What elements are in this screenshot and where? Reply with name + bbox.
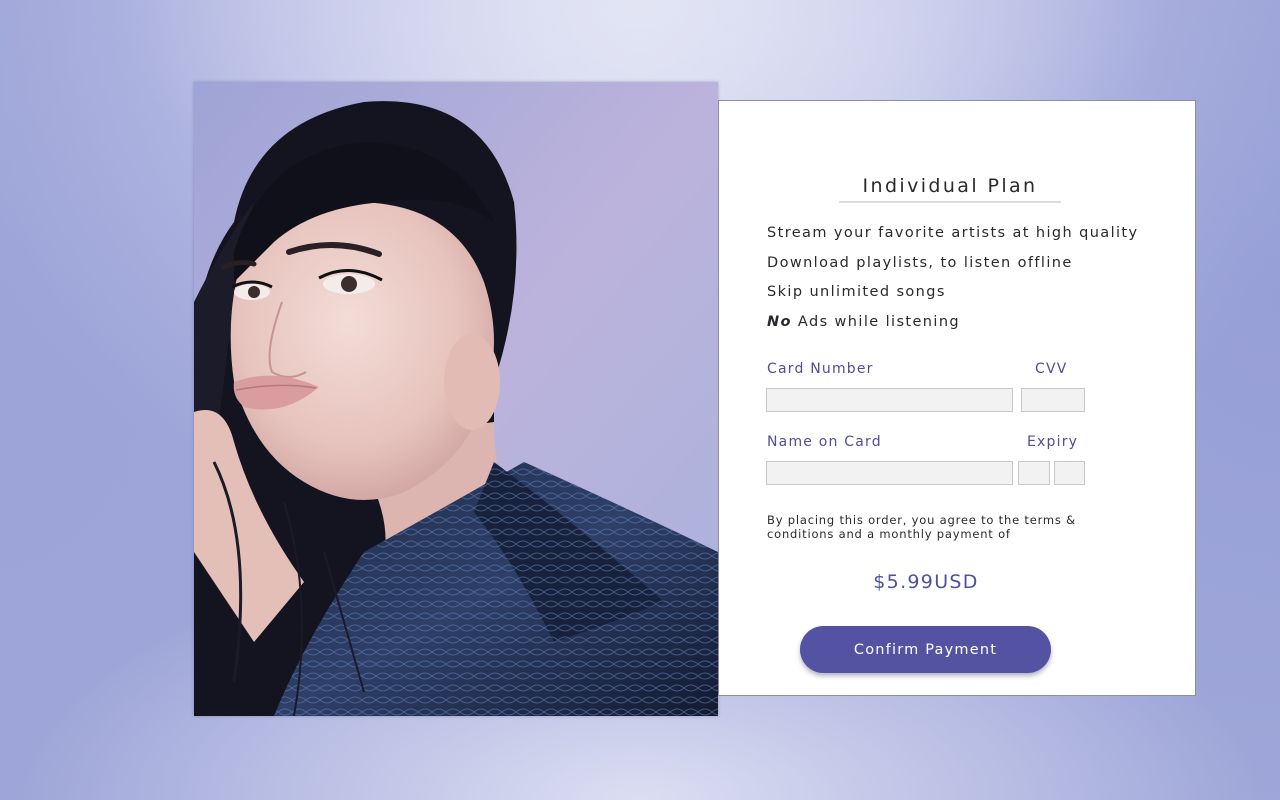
feature-skip-songs: Skip unlimited songs <box>767 284 946 300</box>
expiry-label: Expiry <box>1027 434 1079 450</box>
name-on-card-label: Name on Card <box>767 434 882 450</box>
artist-portrait-illustration <box>194 82 718 716</box>
plan-features-list: Stream your favorite artists at high qua… <box>767 223 1167 341</box>
feature-download-playlists: Download playlists, to listen offline <box>767 254 1073 271</box>
name-on-card-input[interactable] <box>766 461 1013 485</box>
price-amount: $5.99USD <box>873 571 979 593</box>
no-ads-emphasis: No <box>767 313 792 330</box>
plan-title: Individual Plan <box>839 175 1061 203</box>
no-ads-text: Ads while listening <box>791 313 961 330</box>
artist-photo <box>194 82 718 716</box>
expiry-month-input[interactable] <box>1018 461 1050 485</box>
feature-no-ads: No Ads while listening <box>767 312 1167 342</box>
checkout-card: Individual Plan Stream your favorite art… <box>718 100 1196 696</box>
cvv-label: CVV <box>1035 361 1068 377</box>
cvv-input[interactable] <box>1021 388 1085 412</box>
expiry-year-input[interactable] <box>1054 461 1085 485</box>
feature-stream-quality: Stream your favorite artists at high qua… <box>767 225 1139 241</box>
card-number-input[interactable] <box>766 388 1013 412</box>
confirm-payment-button[interactable]: Confirm Payment <box>800 626 1051 673</box>
terms-text: By placing this order, you agree to the … <box>767 513 1076 541</box>
card-number-label: Card Number <box>767 361 874 377</box>
